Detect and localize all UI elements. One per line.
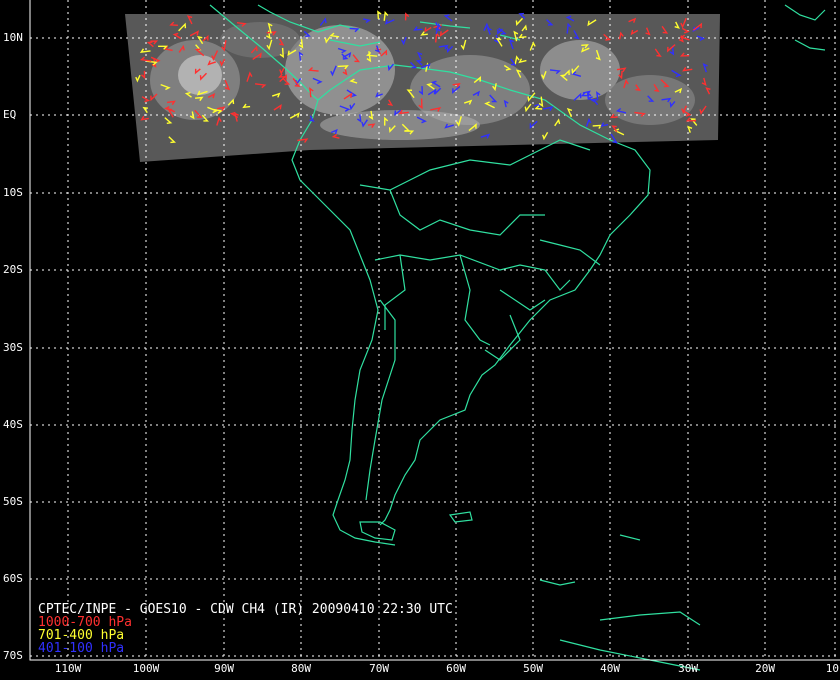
map-canvas <box>29 0 840 671</box>
latitude-label: 70S <box>3 649 23 662</box>
longitude-label: 30W <box>678 662 698 675</box>
longitude-label: 70W <box>369 662 389 675</box>
longitude-label: 20W <box>755 662 775 675</box>
longitude-label: 90W <box>214 662 234 675</box>
longitude-label: 100W <box>132 662 160 675</box>
longitude-label: 110W <box>54 662 82 675</box>
latitude-label: 20S <box>3 263 23 276</box>
latitude-label: 40S <box>3 418 23 431</box>
longitude-label: 10 <box>825 662 840 675</box>
longitude-label: 80W <box>291 662 311 675</box>
longitude-label: 40W <box>600 662 620 675</box>
latitude-label: 30S <box>3 341 23 354</box>
latitude-label: 10N <box>3 31 23 44</box>
longitude-label: 50W <box>523 662 543 675</box>
longitude-label: 60W <box>446 662 466 675</box>
legend-high-level: 401-100 hPa <box>38 641 125 656</box>
latitude-label: 60S <box>3 572 23 585</box>
title-block: CPTEC/INPE - GOES10 - CDW CH4 (IR) 20090… <box>38 603 453 655</box>
latitude-label: EQ <box>3 108 17 121</box>
latitude-label: 50S <box>3 495 23 508</box>
latitude-label: 10S <box>3 186 23 199</box>
